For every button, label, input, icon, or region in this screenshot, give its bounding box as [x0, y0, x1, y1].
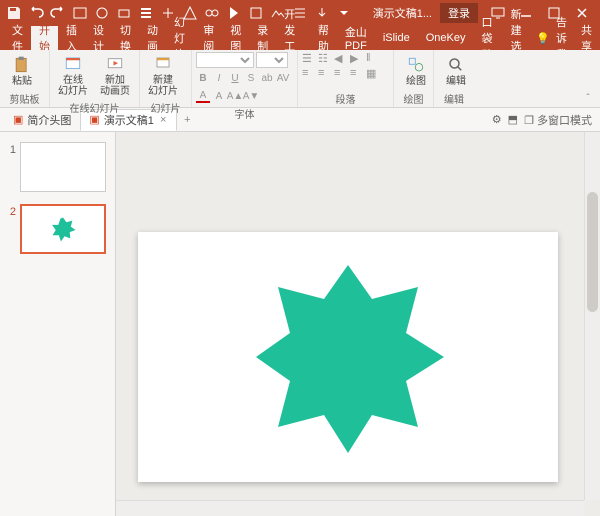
slide-canvas-area	[116, 132, 600, 516]
increase-font-button[interactable]: A▲	[228, 89, 242, 103]
group-slides: 新建 幻灯片 幻灯片	[140, 50, 192, 107]
tab-developer[interactable]: 开发工具	[276, 26, 310, 50]
group-title: 编辑	[438, 90, 470, 107]
qat-icon[interactable]	[312, 3, 332, 23]
group-title: 剪贴板	[4, 90, 45, 107]
spacing-button[interactable]: AV	[276, 71, 290, 85]
thumb-number: 2	[6, 204, 16, 218]
qat-icon[interactable]	[246, 3, 266, 23]
scrollbar-handle[interactable]	[587, 192, 598, 312]
shadow-button[interactable]: ab	[260, 71, 274, 85]
tab-file[interactable]: 文件	[4, 26, 31, 50]
vertical-scrollbar[interactable]	[584, 132, 600, 500]
online-slide-button[interactable]: 在线 幻灯片	[54, 52, 92, 99]
save-icon[interactable]	[4, 3, 24, 23]
tab-view[interactable]: 视图	[222, 26, 249, 50]
thumb-number: 1	[6, 142, 16, 156]
tab-design[interactable]: 设计	[85, 26, 112, 50]
bullets-button[interactable]: ☰	[302, 52, 316, 66]
group-font: B I U S ab AV A A A▲ A▼ 字体	[192, 50, 298, 107]
tab-onekey[interactable]: OneKey	[418, 26, 474, 50]
thumb-row-2[interactable]: 2	[6, 204, 109, 254]
new-slide-button[interactable]: 新建 幻灯片	[144, 52, 182, 99]
work-area: 1 2	[0, 132, 600, 516]
new-anim-button[interactable]: 新加 动画页	[96, 52, 134, 99]
group-online-slides: 在线 幻灯片 新加 动画页 在线幻灯片	[50, 50, 140, 107]
editing-button[interactable]: 编辑	[438, 53, 474, 89]
group-clipboard: 粘贴 剪贴板	[0, 50, 50, 107]
group-editing: 编辑 编辑	[434, 50, 474, 107]
line-spacing-button[interactable]: ‖	[366, 52, 380, 66]
font-size-select[interactable]	[256, 52, 288, 68]
horizontal-scrollbar[interactable]	[116, 500, 584, 516]
underline-button[interactable]: U	[228, 71, 242, 85]
redo-icon[interactable]	[48, 3, 68, 23]
tab-review[interactable]: 审阅	[195, 26, 222, 50]
undo-icon[interactable]	[26, 3, 46, 23]
decrease-font-button[interactable]: A▼	[244, 89, 258, 103]
ribbon: 粘贴 剪贴板 在线 幻灯片 新加 动画页 在线幻灯片 新建 幻灯片 幻灯片	[0, 50, 600, 108]
qat-icon[interactable]	[224, 3, 244, 23]
ribbon-tabs: 文件 开始 插入 设计 切换 动画 幻灯片 审阅 视图 录制 开发工具 帮助 金…	[0, 26, 600, 50]
tab-islide[interactable]: iSlide	[375, 26, 418, 50]
tab-jinshan[interactable]: 金山PDF	[337, 26, 375, 50]
group-title: 字体	[196, 105, 293, 122]
qat-icon[interactable]	[92, 3, 112, 23]
italic-button[interactable]: I	[212, 71, 226, 85]
bold-button[interactable]: B	[196, 71, 210, 85]
tab-insert[interactable]: 插入	[58, 26, 85, 50]
window-title: 演示文稿1...	[373, 5, 432, 21]
align-center-button[interactable]: ≡	[318, 67, 332, 81]
collapse-ribbon-icon[interactable]: ˆ	[580, 91, 596, 105]
columns-button[interactable]: ▦	[366, 67, 380, 81]
group-paragraph: ☰ ☷ ◀ ▶ ‖ ≡ ≡ ≡ ≡ ▦ 段落	[298, 50, 394, 107]
tab-transitions[interactable]: 切换	[112, 26, 139, 50]
indent-inc-button[interactable]: ▶	[350, 52, 364, 66]
tab-home[interactable]: 开始	[31, 26, 58, 50]
tab-animations[interactable]: 动画	[139, 26, 166, 50]
slide-canvas[interactable]	[138, 232, 558, 482]
gear-icon[interactable]: ⚙	[492, 113, 502, 126]
tellme-icon[interactable]: 💡	[536, 32, 550, 45]
numbering-button[interactable]: ☷	[318, 52, 332, 66]
tab-record[interactable]: 录制	[249, 26, 276, 50]
justify-button[interactable]: ≡	[350, 67, 364, 81]
strike-button[interactable]: S	[244, 71, 258, 85]
align-left-button[interactable]: ≡	[302, 67, 316, 81]
qat-icon[interactable]	[136, 3, 156, 23]
drawing-button[interactable]: 绘图	[398, 53, 434, 89]
font-color-button[interactable]: A	[196, 89, 210, 103]
tab-newslide[interactable]: 新建选项	[503, 26, 537, 50]
group-drawing: 绘图 绘图	[394, 50, 434, 107]
qat-icon[interactable]	[202, 3, 222, 23]
tab-slideshow[interactable]: 幻灯片	[166, 26, 195, 50]
indent-dec-button[interactable]: ◀	[334, 52, 348, 66]
align-right-button[interactable]: ≡	[334, 67, 348, 81]
pin-icon[interactable]: ⬒	[508, 113, 518, 126]
slide-thumbnails-pane: 1 2	[0, 132, 116, 516]
group-title: 段落	[302, 90, 389, 107]
thumb-row-1[interactable]: 1	[6, 142, 109, 192]
slide-thumbnail-1[interactable]	[20, 142, 106, 192]
group-title: 幻灯片	[144, 99, 187, 116]
clear-format-button[interactable]: A	[212, 89, 226, 103]
font-family-select[interactable]	[196, 52, 254, 68]
group-title: 在线幻灯片	[54, 99, 135, 116]
qat-icon[interactable]	[114, 3, 134, 23]
star-shape[interactable]	[248, 257, 448, 457]
tab-help[interactable]: 帮助	[310, 26, 337, 50]
powerpoint-icon: ▣	[13, 113, 23, 126]
paste-button[interactable]: 粘贴	[4, 53, 40, 89]
group-title: 绘图	[398, 90, 429, 107]
multi-window-button[interactable]: ❐ 多窗口模式	[524, 112, 592, 128]
login-button[interactable]: 登录	[440, 3, 478, 23]
star-shape-mini	[50, 216, 76, 242]
slide-thumbnail-2[interactable]	[20, 204, 106, 254]
tab-koudai[interactable]: 口袋动	[473, 26, 502, 50]
qat-icon[interactable]	[70, 3, 90, 23]
qat-more-icon[interactable]	[334, 3, 354, 23]
